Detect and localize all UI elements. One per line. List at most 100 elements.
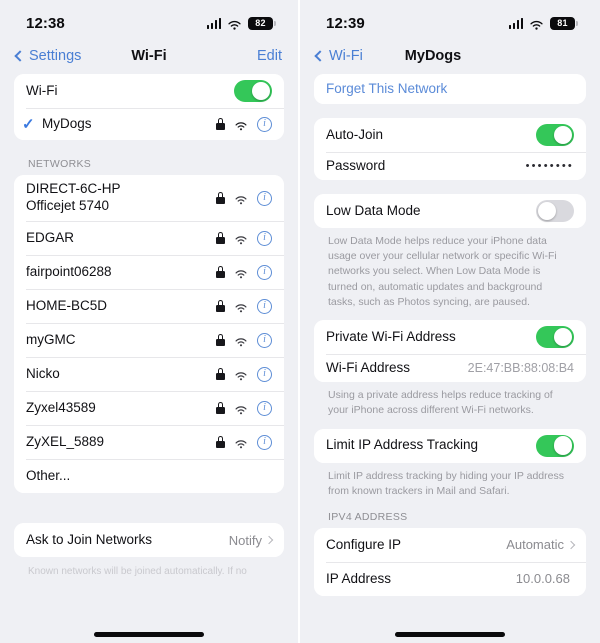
info-icon[interactable]: i (257, 332, 272, 348)
network-row[interactable]: myGMC i (14, 323, 284, 357)
network-row[interactable]: Nicko i (14, 357, 284, 391)
network-row[interactable]: DIRECT-6C-HP Officejet 5740 i (14, 175, 284, 221)
low-data-mode-toggle[interactable] (536, 200, 574, 222)
low-data-mode-footer: Low Data Mode helps reduce your iPhone d… (328, 235, 557, 308)
info-icon[interactable]: i (257, 298, 272, 314)
info-icon[interactable]: i (257, 434, 272, 450)
lock-icon (216, 334, 225, 346)
info-icon[interactable]: i (257, 116, 272, 132)
ask-to-join-value: Notify (228, 532, 262, 548)
wifi-toggle-row[interactable]: Wi-Fi (14, 74, 284, 108)
network-name: DIRECT-6C-HP Officejet 5740 (26, 181, 121, 213)
battery-nub (576, 20, 578, 26)
cellular-bars-icon (508, 17, 523, 29)
network-name: Zyxel43589 (26, 399, 96, 415)
low-data-mode-label: Low Data Mode (326, 202, 421, 218)
network-name: ZyXEL_5889 (26, 433, 105, 449)
private-address-group: Private Wi-Fi Address Wi-Fi Address 2E:4… (314, 320, 586, 383)
back-button-wifi[interactable]: Wi-Fi (314, 48, 363, 64)
wifi-toggle[interactable] (234, 80, 272, 102)
status-bar: 12:38 82 (0, 0, 298, 38)
chevron-left-icon (314, 50, 326, 62)
edit-button[interactable]: Edit (257, 48, 282, 64)
back-button-label: Wi-Fi (329, 48, 363, 64)
configure-ip-label: Configure IP (326, 536, 402, 552)
network-name-line2: Officejet 5740 (26, 198, 110, 213)
auto-join-toggle[interactable] (536, 124, 574, 146)
limit-ip-group: Limit IP Address Tracking (314, 428, 586, 463)
status-time: 12:38 (26, 14, 65, 32)
wifi-signal-icon (234, 403, 248, 414)
network-settings-group: Auto-Join Password •••••••• (314, 118, 586, 180)
home-indicator (395, 632, 505, 637)
network-name: myGMC (26, 331, 76, 347)
checkmark-icon: ✓ (22, 115, 35, 133)
wifi-toggle-label: Wi-Fi (26, 82, 58, 98)
ask-to-join-group: Ask to Join Networks Notify (14, 523, 284, 557)
forget-network-group: Forget This Network (314, 74, 586, 104)
low-data-mode-row[interactable]: Low Data Mode (314, 194, 586, 228)
info-icon[interactable]: i (257, 400, 272, 416)
auto-join-row[interactable]: Auto-Join (314, 118, 586, 152)
wifi-signal-icon (234, 369, 248, 380)
forget-network-row[interactable]: Forget This Network (314, 74, 586, 104)
network-name: Nicko (26, 365, 60, 381)
private-address-toggle[interactable] (536, 326, 574, 349)
private-address-row[interactable]: Private Wi-Fi Address (314, 320, 586, 355)
limit-ip-toggle[interactable] (536, 434, 574, 457)
info-icon[interactable]: i (257, 230, 272, 246)
dual-screenshot-container: 12:38 82 Settings Wi-Fi Edit Wi-Fi ✓ MyD… (0, 0, 600, 643)
ask-to-join-row[interactable]: Ask to Join Networks Notify (14, 523, 284, 557)
network-row[interactable]: HOME-BC5D i (14, 289, 284, 323)
chevron-left-icon (14, 50, 26, 62)
battery-percent: 81 (550, 16, 575, 30)
other-network-label: Other... (26, 467, 71, 483)
ipv4-section-header: IPV4 ADDRESS (328, 510, 408, 523)
limit-ip-footer: Limit IP address tracking by hiding your… (328, 469, 564, 497)
lock-icon (216, 192, 225, 204)
networks-section-header: NETWORKS (28, 158, 92, 170)
wifi-signal-icon (234, 193, 248, 204)
wifi-address-value: 2E:47:BB:88:08:B4 (467, 361, 574, 376)
wifi-icon (529, 18, 544, 30)
network-name: fairpoint06288 (26, 263, 112, 279)
ip-address-row: IP Address 10.0.0.68 (314, 561, 586, 596)
forget-network-label: Forget This Network (326, 80, 448, 96)
battery-nub (274, 20, 276, 26)
chevron-right-icon (264, 535, 274, 545)
network-row[interactable]: Zyxel43589 i (14, 391, 284, 425)
wifi-signal-icon (234, 335, 248, 346)
configure-ip-row[interactable]: Configure IP Automatic (314, 527, 586, 562)
ipv4-group: Configure IP Automatic IP Address 10.0.0… (314, 527, 586, 596)
network-row[interactable]: EDGAR i (14, 221, 284, 255)
battery-indicator: 81 (550, 16, 578, 30)
battery-indicator: 82 (248, 16, 276, 30)
network-row[interactable]: fairpoint06288 i (14, 255, 284, 289)
back-button-settings[interactable]: Settings (14, 48, 82, 64)
network-row[interactable]: ZyXEL_5889 i (14, 425, 284, 459)
lock-icon (216, 266, 225, 278)
left-phone-screen: 12:38 82 Settings Wi-Fi Edit Wi-Fi ✓ MyD… (0, 0, 300, 643)
info-icon[interactable]: i (257, 190, 272, 206)
wifi-signal-icon (234, 437, 248, 448)
password-row[interactable]: Password •••••••• (314, 152, 586, 180)
wifi-status-group: Wi-Fi ✓ MyDogs i (14, 74, 284, 140)
cellular-bars-icon (206, 17, 221, 29)
other-network-row[interactable]: Other... (14, 459, 284, 493)
right-phone-screen: 12:39 81 Wi-Fi MyDogs Forget This Networ… (300, 0, 600, 643)
info-icon[interactable]: i (257, 366, 272, 382)
chevron-right-icon (566, 540, 576, 550)
password-masked-value: •••••••• (525, 160, 574, 172)
right-content: Forget This Network Auto-Join Password •… (300, 74, 600, 596)
back-button-label: Settings (29, 48, 82, 64)
auto-join-label: Auto-Join (326, 126, 384, 142)
private-address-footer: Using a private address helps reduce tra… (328, 389, 553, 417)
limit-ip-row[interactable]: Limit IP Address Tracking (314, 428, 586, 463)
connected-network-name: MyDogs (42, 115, 92, 131)
info-icon[interactable]: i (257, 264, 272, 280)
lock-icon (216, 232, 225, 244)
ask-to-join-label: Ask to Join Networks (26, 531, 153, 547)
connected-network-row[interactable]: ✓ MyDogs i (14, 108, 284, 140)
status-bar: 12:39 81 (300, 0, 600, 38)
status-time: 12:39 (326, 14, 365, 32)
